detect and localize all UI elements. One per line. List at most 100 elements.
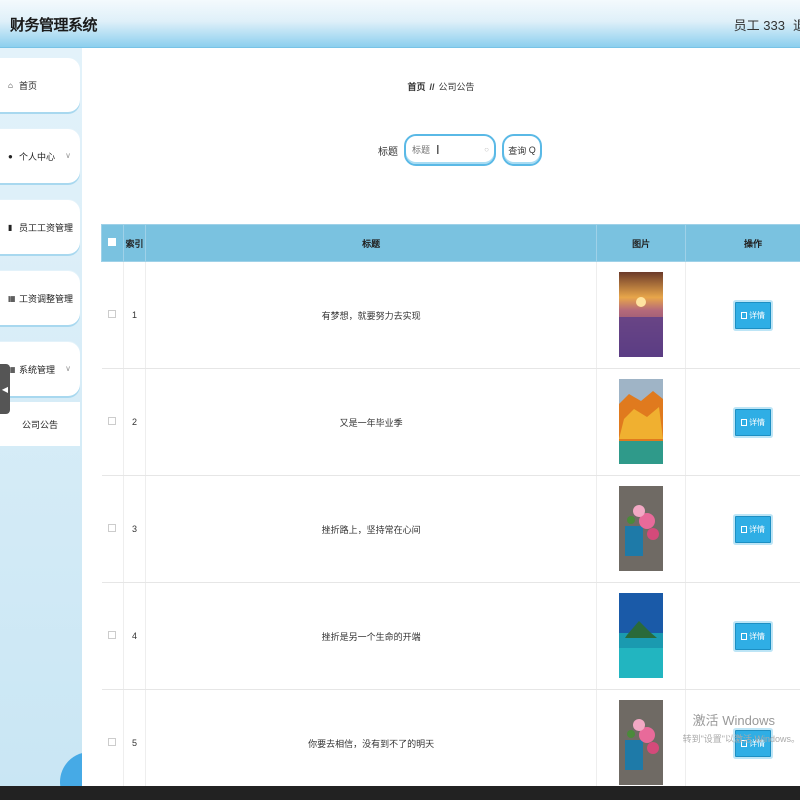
notice-image-island [619,592,664,678]
row-index: 4 [123,582,146,690]
sidebar: ⌂ 首页 ● 个人中心 ∨ ▮ 员工工资管理 ∨ ▦ 工资调整管理 ∨ ▦ 系统… [0,48,82,786]
sidebar-item-label: 系统管理 [19,364,56,375]
user-icon: ● [8,151,13,161]
notice-image-autumn [619,378,664,464]
detail-label: 详情 [749,417,766,427]
breadcrumb: 首页 //公司公告 [82,80,800,93]
row-index: 1 [123,261,146,369]
row-index: 3 [123,475,146,583]
search-input[interactable] [412,145,482,155]
row-select-cell [101,689,124,786]
row-select-cell [101,582,124,690]
row-image-cell [596,261,687,369]
sidebar-item-home[interactable]: ⌂ 首页 [0,58,80,112]
notice-image-flowers [619,485,664,571]
taskbar [0,786,800,800]
chevron-down-icon: ∨ [65,293,71,302]
detail-label: 详情 [749,310,766,320]
chevron-left-icon: ◀ [1,384,9,394]
row-title: 挫折路上，坚持常在心间 [145,475,598,583]
sidebar-item-label: 个人中心 [19,151,56,162]
search-row: 标题 I ○ 查询 Q [378,134,542,166]
main-content: 首页 //公司公告 标题 I ○ 查询 Q 索引 标题 图片 操作 1 有梦想，就… [82,48,800,786]
column-header-image: 图片 [596,224,687,262]
detail-label: 详情 [749,631,766,641]
row-index: 2 [123,368,146,476]
breadcrumb-home[interactable]: 首页 [407,82,425,92]
sidebar-item-label: 首页 [19,80,38,91]
decorative-wave [60,752,82,786]
user-area: 员工 333 退 [726,15,800,34]
search-icon: ○ [484,145,489,154]
table-row: 4 挫折是另一个生命的开端 详情 [101,582,800,690]
windows-activation-watermark: 激活 Windows [692,713,775,728]
row-index: 5 [123,689,146,786]
document-icon [741,632,748,640]
row-select-cell [101,368,124,476]
row-action-cell: 详情 [685,582,800,690]
chevron-down-icon: ∨ [65,151,71,160]
chevron-down-icon: ∨ [65,222,71,231]
select-all-cell [101,224,124,262]
row-image-cell [596,689,687,786]
chevron-down-icon: ∨ [65,364,71,373]
sidebar-item-personal-center[interactable]: ● 个人中心 ∨ [0,129,80,183]
select-all-checkbox[interactable] [108,238,117,246]
row-action-cell: 详情 [685,261,800,369]
row-image-cell [596,582,687,690]
row-image-cell [596,475,687,583]
breadcrumb-current: 公司公告 [438,82,475,92]
table-header-row: 索引 标题 图片 操作 [101,224,800,262]
notice-table: 索引 标题 图片 操作 1 有梦想，就要努力去实现 详情 2 又是一年毕业季 详… [101,224,800,786]
row-checkbox[interactable] [108,417,117,425]
grid-icon: ▦ [8,293,16,303]
breadcrumb-separator: // [429,82,435,92]
row-title: 挫折是另一个生命的开端 [145,582,598,690]
document-icon [741,525,748,533]
search-label: 标题 [378,146,398,158]
search-icon: Q [528,145,536,155]
column-header-title: 标题 [144,224,598,262]
detail-label: 详情 [749,524,766,534]
sidebar-collapse-handle[interactable]: ◀ [0,364,10,414]
detail-button[interactable]: 详情 [735,515,772,543]
search-field: I ○ [404,134,496,166]
row-title: 有梦想，就要努力去实现 [145,261,598,369]
search-button-label: 查询 [508,145,527,156]
notice-image-lavender [619,271,664,357]
column-header-action: 操作 [685,224,800,262]
home-icon: ⌂ [8,80,13,90]
phone-icon: ▮ [8,222,13,232]
row-checkbox[interactable] [108,310,117,318]
column-header-index: 索引 [122,224,146,262]
table-row: 1 有梦想，就要努力去实现 详情 [101,261,800,369]
sidebar-item-system-management[interactable]: ▦ 系统管理 ∨ [0,342,80,396]
table-row: 2 又是一年毕业季 详情 [101,368,800,476]
logout-link[interactable]: 退 [793,18,800,33]
row-title: 又是一年毕业季 [145,368,598,476]
document-icon [741,311,748,319]
sidebar-subitem-company-notice[interactable]: 公司公告 [0,402,80,446]
detail-button[interactable]: 详情 [735,408,772,436]
sidebar-item-salary-management[interactable]: ▮ 员工工资管理 ∨ [0,200,80,254]
app-header: 财务管理系统 员工 333 退 [0,0,800,48]
detail-button[interactable]: 详情 [735,622,772,650]
user-name: 员工 333 [733,18,785,33]
row-checkbox[interactable] [108,631,117,639]
windows-activation-hint: 转到"设置"以激活 Windows。 [682,734,800,744]
row-checkbox[interactable] [108,738,117,746]
row-title: 你要去相信，没有到不了的明天 [145,689,598,786]
row-checkbox[interactable] [108,524,117,532]
row-select-cell [101,475,124,583]
row-select-cell [101,261,124,369]
row-action-cell: 详情 [685,475,800,583]
search-button[interactable]: 查询 Q [502,134,542,166]
notice-image-flowers [619,699,664,785]
text-cursor-icon: I [436,142,440,157]
table-row: 3 挫折路上，坚持常在心间 详情 [101,475,800,583]
detail-button[interactable]: 详情 [735,301,772,329]
sidebar-item-salary-adjustment[interactable]: ▦ 工资调整管理 ∨ [0,271,80,325]
document-icon [741,418,748,426]
app-title: 财务管理系统 [10,17,98,34]
row-action-cell: 详情 [685,368,800,476]
